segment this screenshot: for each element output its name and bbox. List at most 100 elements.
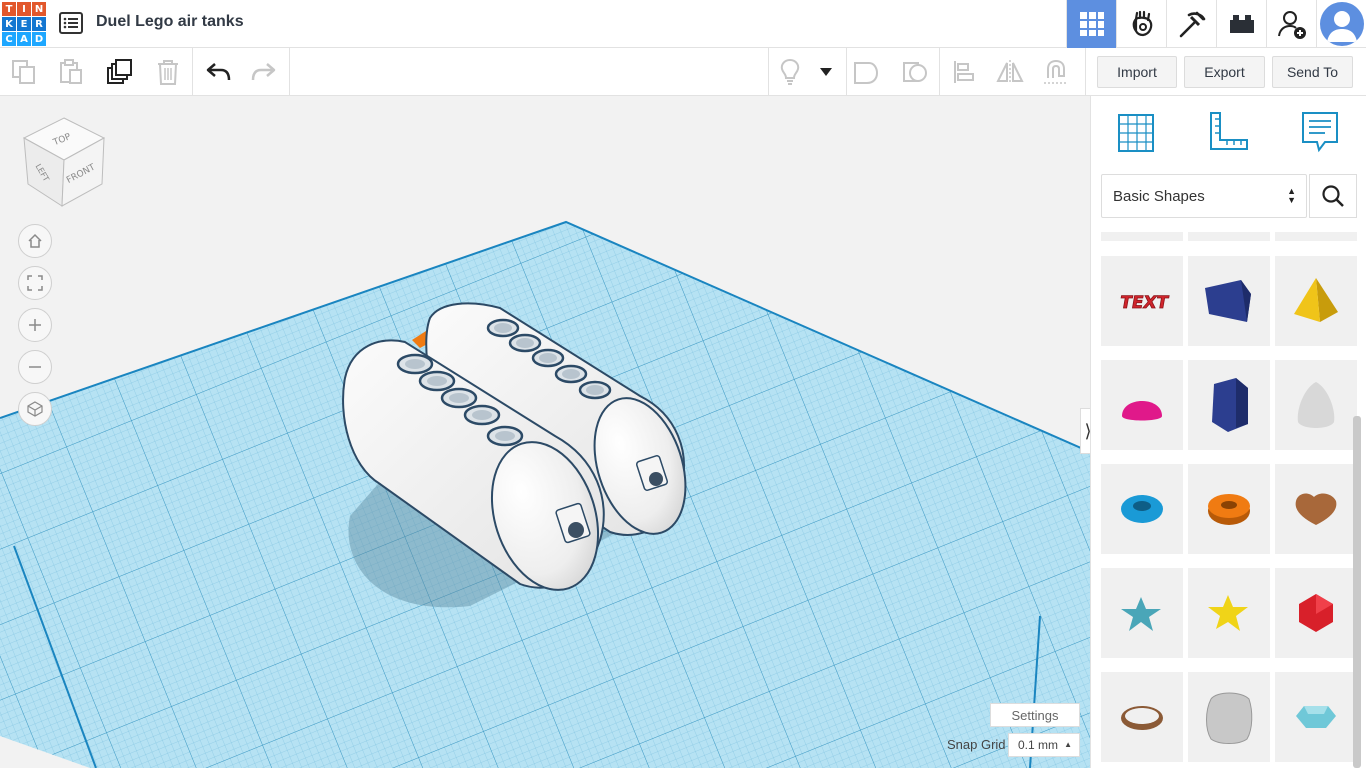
rounded-box-shape-icon <box>1206 692 1253 744</box>
half-sphere-shape-tile[interactable] <box>1101 360 1183 450</box>
undo-icon[interactable] <box>198 48 238 96</box>
torus-shape-tile[interactable] <box>1101 464 1183 554</box>
mirror-icon[interactable] <box>990 48 1030 96</box>
shapes-grid: TEXT <box>1101 232 1357 768</box>
add-user-icon[interactable] <box>1266 0 1316 48</box>
caret-up-icon: ▲ <box>1064 740 1072 749</box>
half-sphere-shape-icon <box>1122 401 1162 421</box>
text-shape-icon: TEXT <box>1118 293 1171 314</box>
view-cube[interactable]: TOP LEFT FRONT <box>18 114 110 215</box>
shape-category-value: Basic Shapes <box>1113 187 1205 205</box>
top-nav <box>1066 0 1366 48</box>
edit-toolbar: Import Export Send To <box>0 48 1366 96</box>
duplicate-icon[interactable] <box>100 48 140 96</box>
gem-shape-tile[interactable] <box>1275 672 1357 762</box>
pickaxe-icon[interactable] <box>1166 0 1216 48</box>
panel-scrollbar[interactable] <box>1353 416 1361 768</box>
logo-letter: E <box>17 17 31 31</box>
document-title[interactable]: Duel Lego air tanks <box>96 13 244 31</box>
star-shape-tile[interactable] <box>1101 568 1183 658</box>
icosahedron-shape-icon <box>1299 594 1333 632</box>
logo-letter: A <box>17 32 31 46</box>
snap-grid-select[interactable]: 0.1 mm ▲ <box>1008 733 1080 757</box>
torus-shape-icon <box>1121 495 1163 523</box>
shape-tile-partial <box>1188 232 1270 241</box>
copy-icon[interactable] <box>4 48 44 96</box>
shapes-panel: Basic Shapes ▲ ▼ TEXT <box>1090 96 1366 768</box>
heart-shape-tile[interactable] <box>1275 464 1357 554</box>
star-yellow-shape-icon <box>1208 595 1248 631</box>
delete-icon[interactable] <box>148 48 188 96</box>
tube-shape-tile[interactable] <box>1188 464 1270 554</box>
snap-grid-label: Snap Grid <box>947 737 1006 752</box>
chevron-down-icon[interactable] <box>806 48 846 96</box>
logo-letter: R <box>32 17 46 31</box>
cruise-magnet-icon[interactable] <box>1036 48 1076 96</box>
logo-letter: T <box>2 2 16 16</box>
logo-letter: K <box>2 17 16 31</box>
pyramid-shape-tile[interactable] <box>1275 256 1357 346</box>
3d-viewport[interactable]: TOP LEFT FRONT Settings Snap Grid 0.1 mm… <box>0 96 1090 768</box>
shape-tile-partial <box>1101 232 1183 241</box>
divider <box>768 48 769 96</box>
export-button[interactable]: Export <box>1184 56 1265 88</box>
icosahedron-shape-tile[interactable] <box>1275 568 1357 658</box>
workplane-icon[interactable] <box>1114 110 1158 154</box>
zoom-out-button[interactable] <box>18 350 52 384</box>
workplane-scene[interactable] <box>0 96 1090 768</box>
logo-letter: N <box>32 2 46 16</box>
logo-letter: I <box>17 2 31 16</box>
ring-shape-tile[interactable] <box>1101 672 1183 762</box>
send-to-button[interactable]: Send To <box>1272 56 1353 88</box>
panel-tool-icons <box>1091 96 1366 168</box>
box-shape-tile[interactable] <box>1188 256 1270 346</box>
select-arrows-icon: ▲ ▼ <box>1287 186 1296 205</box>
notes-icon[interactable] <box>1298 110 1342 154</box>
shape-category-select[interactable]: Basic Shapes ▲ ▼ <box>1101 174 1307 218</box>
align-icon[interactable] <box>944 48 984 96</box>
heart-shape-icon <box>1295 493 1337 525</box>
rounded-box-shape-tile[interactable] <box>1188 672 1270 762</box>
divider <box>289 48 290 96</box>
shape-tile-partial <box>1275 232 1357 241</box>
bricks-icon[interactable] <box>1216 0 1266 48</box>
paste-icon[interactable] <box>51 48 91 96</box>
pyramid-shape-icon <box>1294 278 1338 322</box>
svg-text:TEXT: TEXT <box>1118 293 1170 313</box>
circuits-hand-icon[interactable] <box>1116 0 1166 48</box>
settings-button[interactable]: Settings <box>990 703 1080 727</box>
box-shape-icon <box>1205 280 1251 322</box>
divider <box>192 48 193 96</box>
3d-design-grid-icon[interactable] <box>1066 0 1116 48</box>
zoom-in-button[interactable] <box>18 308 52 342</box>
star-shape-icon <box>1121 597 1161 631</box>
ring-shape-icon <box>1121 706 1163 730</box>
import-button[interactable]: Import <box>1097 56 1177 88</box>
polygon-shape-tile[interactable] <box>1188 360 1270 450</box>
polygon-shape-icon <box>1212 378 1248 432</box>
perspective-toggle-button[interactable] <box>18 392 52 426</box>
user-avatar-button[interactable] <box>1316 0 1366 48</box>
fit-view-button[interactable] <box>18 266 52 300</box>
logo-letter: D <box>32 32 46 46</box>
search-shapes-button[interactable] <box>1309 174 1357 218</box>
tinkercad-logo[interactable]: TIN KER CAD <box>2 2 46 46</box>
group-icon[interactable] <box>846 48 886 96</box>
tube-shape-icon <box>1208 494 1250 525</box>
design-list-icon[interactable] <box>59 12 83 34</box>
snap-grid-value: 0.1 mm <box>1018 738 1059 752</box>
top-bar: TIN KER CAD Duel Lego air tanks <box>0 0 1366 48</box>
divider <box>939 48 940 96</box>
home-view-button[interactable] <box>18 224 52 258</box>
lightbulb-icon[interactable] <box>770 48 810 96</box>
star-yellow-shape-tile[interactable] <box>1188 568 1270 658</box>
ruler-icon[interactable] <box>1206 110 1250 154</box>
redo-icon[interactable] <box>244 48 284 96</box>
paraboloid-shape-icon <box>1297 382 1335 428</box>
text-shape-tile[interactable]: TEXT <box>1101 256 1183 346</box>
paraboloid-shape-tile[interactable] <box>1275 360 1357 450</box>
ungroup-icon[interactable] <box>895 48 935 96</box>
gem-shape-icon <box>1296 706 1336 728</box>
search-icon <box>1322 185 1344 207</box>
avatar <box>1319 2 1364 46</box>
